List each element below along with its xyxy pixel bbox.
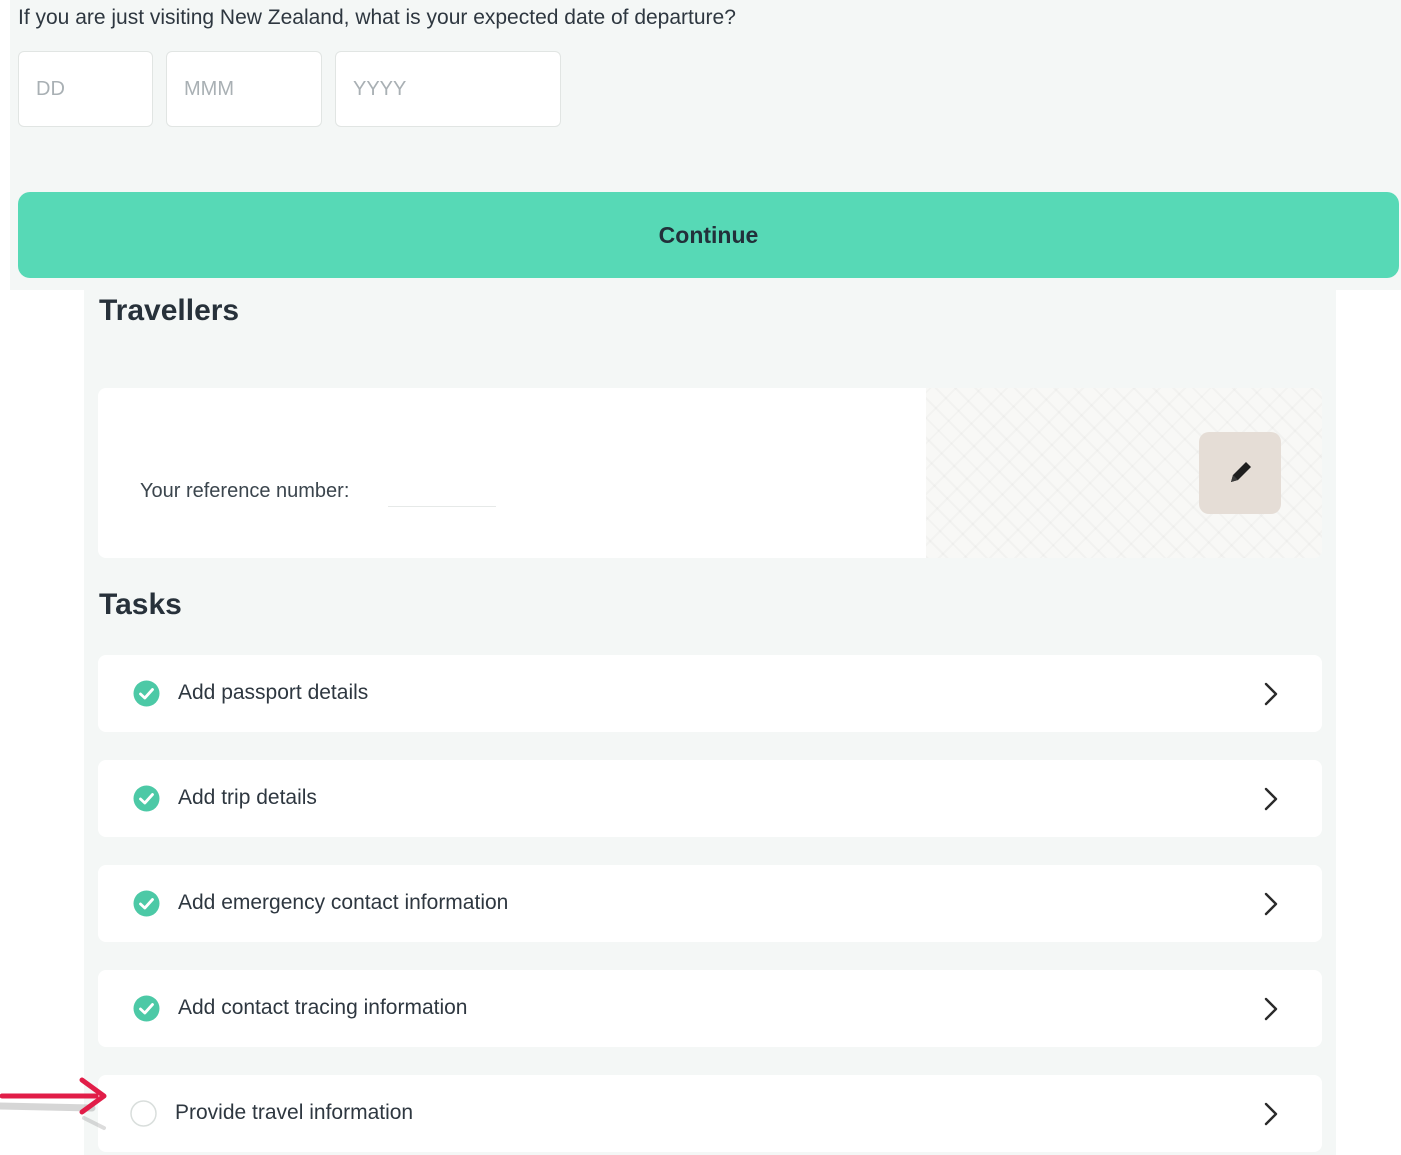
reference-number-label: Your reference number:: [140, 480, 350, 502]
traveller-card: Your reference number:: [98, 388, 1322, 558]
check-circle-icon: [133, 785, 160, 812]
departure-section: If you are just visiting New Zealand, wh…: [10, 0, 1401, 290]
task-emergency-contact[interactable]: Add emergency contact information: [98, 865, 1322, 942]
continue-button[interactable]: Continue: [18, 192, 1399, 278]
chevron-right-icon: [1264, 892, 1278, 916]
task-label: Add emergency contact information: [178, 891, 509, 914]
task-trip[interactable]: Add trip details: [98, 760, 1322, 837]
pencil-icon: [1231, 462, 1251, 482]
task-label: Add passport details: [178, 681, 369, 704]
check-circle-icon: [133, 680, 160, 707]
departure-question: If you are just visiting New Zealand, wh…: [18, 6, 736, 29]
chevron-right-icon: [1264, 787, 1278, 811]
check-circle-icon: [133, 890, 160, 917]
task-label: Provide travel information: [175, 1101, 414, 1124]
tasks-heading: Tasks: [99, 588, 182, 621]
departure-day-input[interactable]: [18, 51, 153, 127]
annotation-arrow-icon: [0, 1077, 107, 1130]
reference-number-value: [388, 506, 496, 507]
departure-month-input[interactable]: [166, 51, 322, 127]
chevron-right-icon: [1264, 997, 1278, 1021]
task-passport[interactable]: Add passport details: [98, 655, 1322, 732]
chevron-right-icon: [1264, 682, 1278, 706]
task-label: Add contact tracing information: [178, 996, 468, 1019]
check-circle-icon: [133, 995, 160, 1022]
task-contact-tracing[interactable]: Add contact tracing information: [98, 970, 1322, 1047]
travellers-heading: Travellers: [99, 294, 240, 327]
traveller-panel: Travellers Your reference number: Tasks …: [84, 290, 1336, 1155]
edit-button[interactable]: [1199, 432, 1281, 514]
departure-year-input[interactable]: [335, 51, 561, 127]
chevron-right-icon: [1264, 1102, 1278, 1126]
task-travel-information[interactable]: Provide travel information: [98, 1075, 1322, 1152]
empty-circle-icon: [130, 1100, 157, 1127]
task-label: Add trip details: [178, 786, 317, 809]
